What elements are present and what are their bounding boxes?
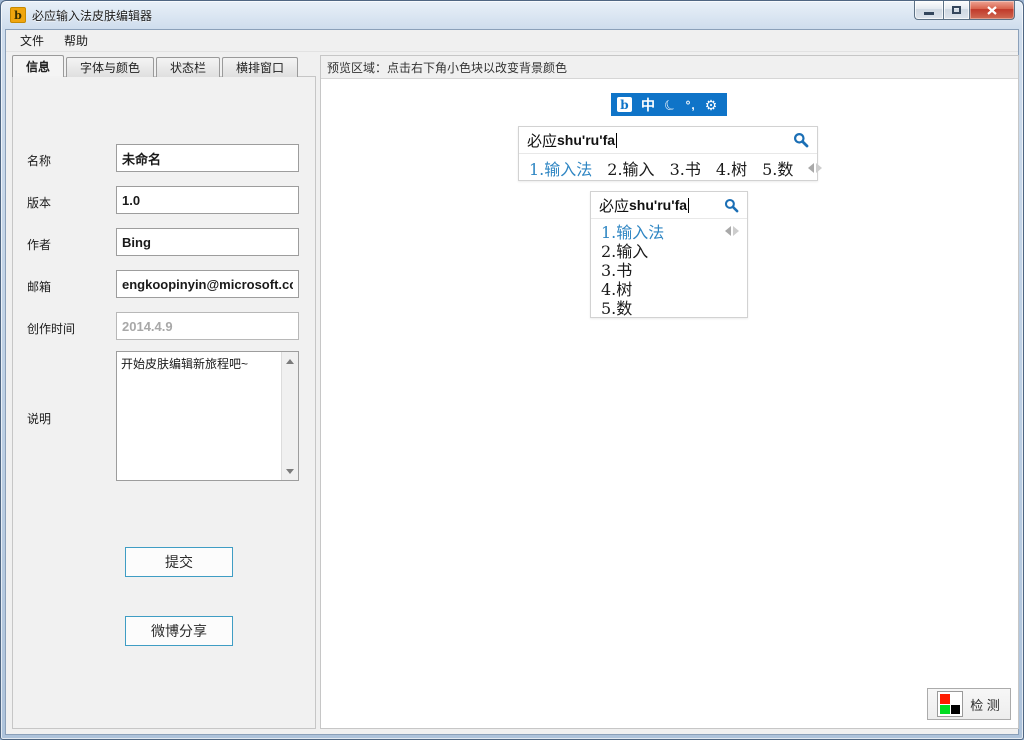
submit-button[interactable]: 提交 — [125, 547, 233, 577]
chinese-english-toggle-icon[interactable]: 中 — [641, 98, 655, 112]
prev-page-icon[interactable] — [725, 226, 731, 236]
settings-gear-icon[interactable]: ⚙ — [705, 98, 718, 112]
vertical-candidate-window: 必应shu'ru'fa 1.输入法 — [590, 191, 748, 318]
weibo-share-button[interactable]: 微博分享 — [125, 616, 233, 646]
candidate-3[interactable]: 3.书 — [670, 156, 701, 180]
background-color-swatch-icon[interactable] — [938, 692, 962, 716]
client-area: 文件 帮助 信息 字体与颜色 状态栏 横排窗口 名称 版本 作者 邮箱 创作时间… — [5, 29, 1019, 735]
version-label: 版本 — [27, 194, 51, 211]
menu-help[interactable]: 帮助 — [61, 30, 91, 51]
name-field[interactable] — [116, 144, 299, 172]
scroll-up-icon — [286, 359, 294, 364]
version-field[interactable] — [116, 186, 299, 214]
full-half-shape-moon-icon[interactable]: ☾ — [661, 95, 679, 113]
candidate-5[interactable]: 5.数 — [762, 156, 793, 180]
candidate-2[interactable]: 2.输入 — [607, 156, 654, 180]
created-field — [116, 312, 299, 340]
title-bar[interactable]: b 必应输入法皮肤编辑器 — [1, 1, 1023, 29]
search-icon[interactable] — [793, 132, 809, 148]
composition-pinyin: shu'ru'fa — [629, 197, 687, 213]
punctuation-toggle-icon[interactable]: °, — [686, 99, 696, 111]
maximize-button[interactable] — [943, 1, 970, 20]
menu-file[interactable]: 文件 — [17, 30, 47, 51]
scroll-up-button[interactable] — [282, 353, 298, 369]
candidate-4[interactable]: 4.树 — [716, 156, 747, 180]
composition-row: 必应shu'ru'fa — [519, 127, 817, 154]
minimize-icon — [924, 12, 934, 15]
author-field[interactable] — [116, 228, 299, 256]
tab-page-info: 名称 版本 作者 邮箱 创作时间 说明 开始皮肤编辑新旅程吧~ 提交 微博分享 — [12, 76, 316, 729]
text-caret — [688, 198, 689, 213]
description-label: 说明 — [27, 410, 51, 427]
detect-button[interactable]: 检 测 — [927, 688, 1011, 720]
ime-toolbar: b 中 ☾ °, ⚙ — [611, 93, 727, 116]
close-icon — [987, 6, 997, 15]
bing-logo-icon[interactable]: b — [617, 97, 632, 112]
app-icon: b — [10, 7, 26, 23]
page-arrows — [808, 163, 822, 173]
preview-panel: 预览区域：点击右下角小色块以改变背景颜色 b 中 ☾ °, ⚙ 必应shu'ru… — [320, 55, 1019, 729]
tab-info[interactable]: 信息 — [12, 55, 64, 77]
tab-status-bar[interactable]: 状态栏 — [156, 57, 220, 77]
next-page-icon[interactable] — [733, 226, 739, 236]
candidate-list: 1.输入法 2.输入 3.书 4.树 5.数 — [591, 219, 747, 316]
preview-header: 预览区域：点击右下角小色块以改变背景颜色 — [321, 56, 1018, 79]
description-field[interactable]: 开始皮肤编辑新旅程吧~ — [117, 352, 281, 480]
author-label: 作者 — [27, 236, 51, 253]
app-window: b 必应输入法皮肤编辑器 文件 帮助 信息 字体与颜色 状态栏 横排窗口 名称 — [0, 0, 1024, 740]
email-field[interactable] — [116, 270, 299, 298]
scroll-down-button[interactable] — [282, 463, 298, 479]
menu-bar: 文件 帮助 — [6, 30, 1018, 52]
created-label: 创作时间 — [27, 320, 75, 337]
tab-font-color[interactable]: 字体与颜色 — [66, 57, 154, 77]
candidate-5[interactable]: 5.数 — [601, 295, 632, 319]
window-controls — [914, 1, 1015, 20]
tab-horizontal-window[interactable]: 横排窗口 — [222, 57, 298, 77]
search-icon[interactable] — [724, 198, 739, 213]
candidate-1[interactable]: 1.输入法 — [529, 156, 592, 180]
description-box: 开始皮肤编辑新旅程吧~ — [116, 351, 299, 481]
detect-button-label: 检 测 — [970, 695, 1000, 714]
description-scrollbar[interactable] — [281, 352, 298, 480]
tab-strip: 信息 字体与颜色 状态栏 横排窗口 — [12, 55, 300, 77]
composition-pinyin: shu'ru'fa — [557, 132, 615, 148]
composition-row: 必应shu'ru'fa — [591, 192, 747, 219]
page-arrows — [725, 226, 739, 236]
minimize-button[interactable] — [914, 1, 943, 20]
window-title: 必应输入法皮肤编辑器 — [32, 7, 152, 24]
maximize-icon — [952, 6, 961, 14]
candidate-row: 1.输入法 2.输入 3.书 4.树 5.数 — [519, 154, 817, 181]
composition-hanzi: 必应 — [599, 195, 629, 216]
composition-hanzi: 必应 — [527, 130, 557, 151]
close-button[interactable] — [970, 1, 1015, 20]
text-caret — [616, 133, 617, 148]
email-label: 邮箱 — [27, 278, 51, 295]
next-page-icon[interactable] — [816, 163, 822, 173]
prev-page-icon[interactable] — [808, 163, 814, 173]
horizontal-candidate-window: 必应shu'ru'fa 1.输入法 2.输入 3.书 4.树 5.数 — [518, 126, 818, 181]
scroll-down-icon — [286, 469, 294, 474]
name-label: 名称 — [27, 152, 51, 169]
